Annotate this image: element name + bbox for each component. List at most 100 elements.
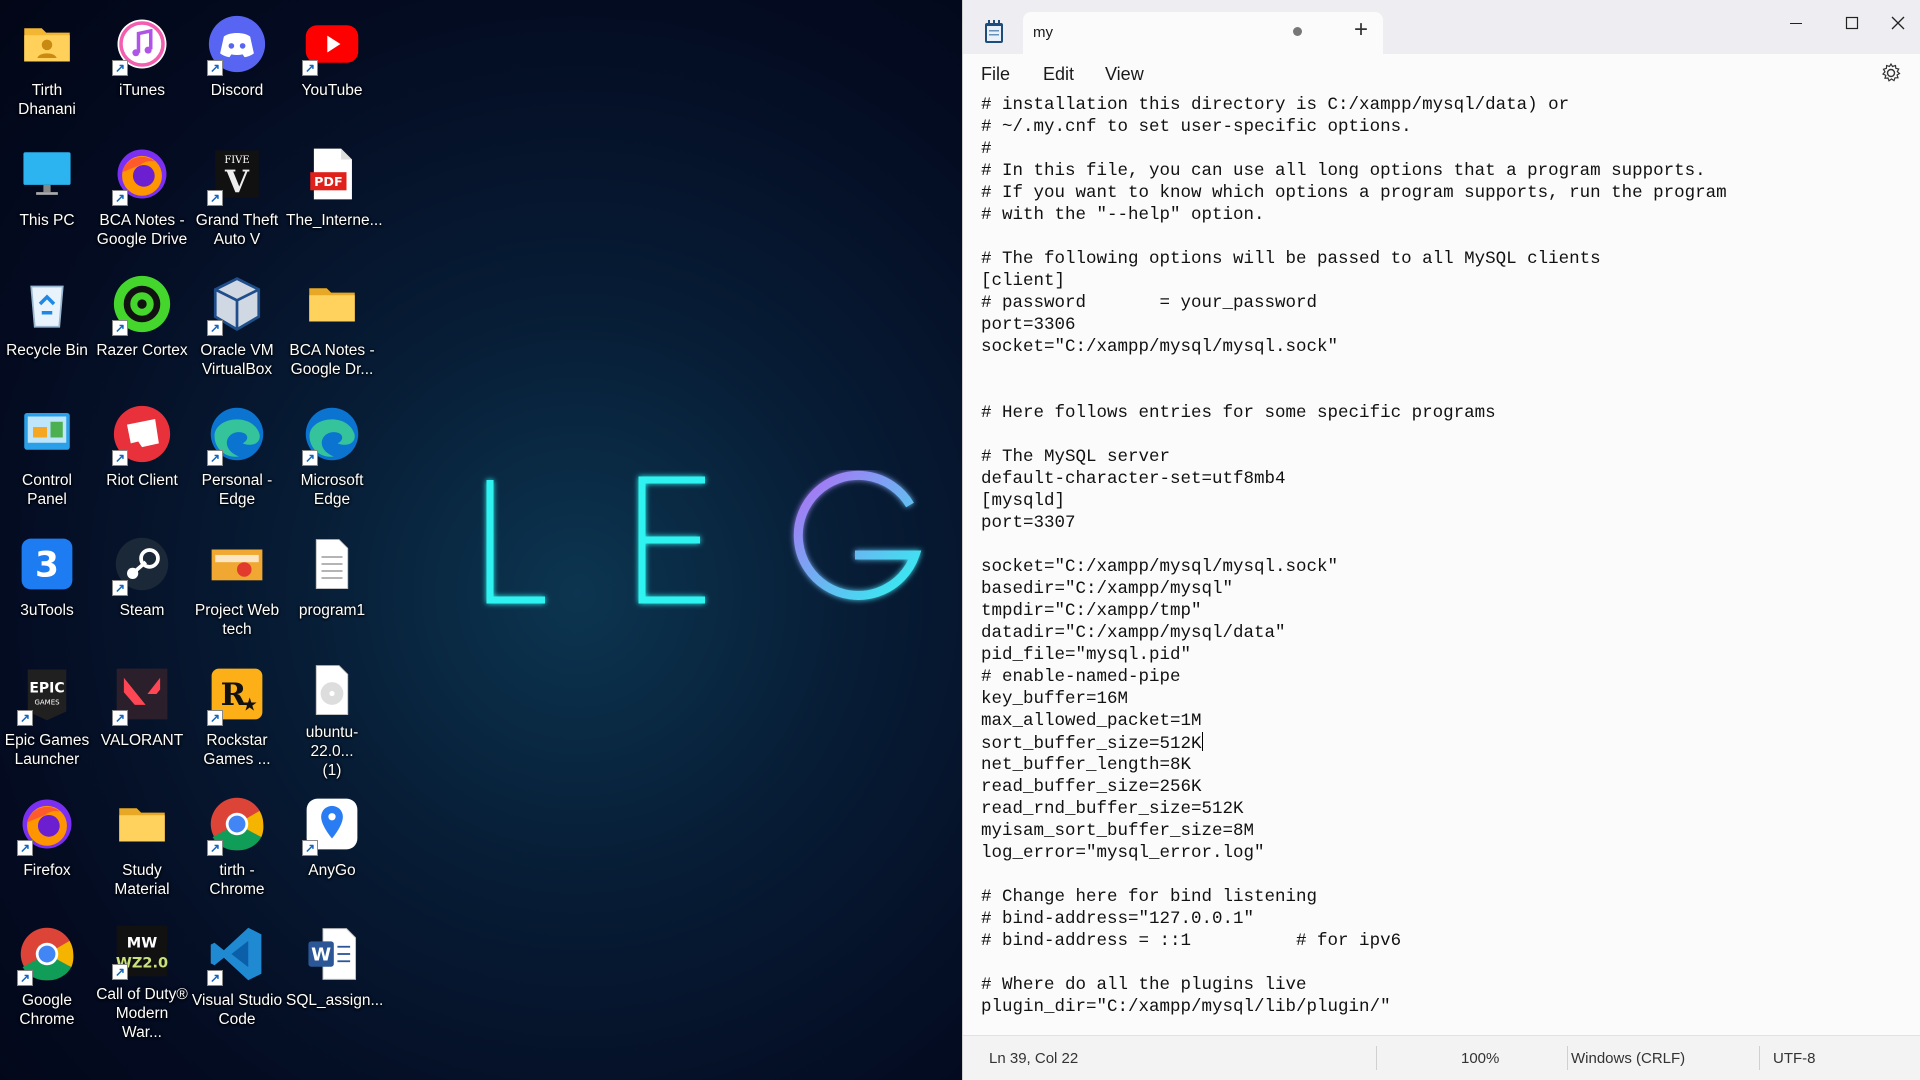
menu-edit[interactable]: Edit (1043, 64, 1074, 85)
razer-icon: ↗ (110, 272, 174, 336)
desktop[interactable]: Tirth Dhanani ↗ iTunes ↗ Discord ↗ YouTube This… (0, 0, 962, 1080)
chrome-icon: ↗ (15, 922, 79, 986)
text-line: # In this file, you can use all long opt… (981, 161, 1706, 181)
text-line: read_buffer_size=256K (981, 777, 1202, 797)
text-line (981, 358, 1901, 380)
text-line: # bind-address = ::1 # for ipv6 (981, 931, 1402, 951)
desktop-icon-label: VALORANT (100, 732, 184, 749)
svg-text:EPIC: EPIC (29, 680, 64, 696)
new-tab-button[interactable]: + (1343, 16, 1379, 48)
shortcut-arrow-icon: ↗ (112, 710, 128, 726)
desktop-icon[interactable]: ↗ Google Chrome (1, 912, 93, 1040)
desktop-icon[interactable]: Project Web tech (191, 522, 283, 650)
svg-text:★: ★ (242, 694, 258, 714)
text-line: pid_file="mysql.pid" (981, 645, 1192, 665)
text-line: # bind-address="127.0.0.1" (981, 909, 1255, 929)
status-separator (1567, 1046, 1568, 1070)
desktop-icon-label: Razer Cortex (96, 342, 188, 359)
desktop-icon[interactable]: This PC (1, 132, 93, 260)
zoom-level[interactable]: 100% (1461, 1050, 1499, 1067)
desktop-icon[interactable]: ↗ Razer Cortex (96, 262, 188, 390)
desktop-icon[interactable]: ↗ Personal - Edge (191, 392, 283, 520)
unsaved-indicator-icon[interactable] (1293, 27, 1302, 36)
text-line (981, 864, 1901, 886)
itunes-icon: ↗ (110, 12, 174, 76)
desktop-icon[interactable]: ↗ YouTube (286, 2, 378, 130)
text-caret (1201, 732, 1203, 751)
minimize-button[interactable] (1773, 6, 1819, 40)
desktop-icon[interactable]: MW WZ2.0 ↗ Call of Duty® Modern War... (96, 912, 188, 1041)
text-line: basedir="C:/xampp/mysql" (981, 579, 1234, 599)
notepad-window[interactable]: my + File Edit View # installation this … (962, 0, 1920, 1080)
desktop-icon[interactable]: ↗ Oracle VM VirtualBox (191, 262, 283, 390)
chrome-icon: ↗ (205, 792, 269, 856)
desktop-icon[interactable]: ↗ Firefox (1, 782, 93, 910)
svg-text:V: V (224, 164, 250, 200)
desktop-icon[interactable]: ↗ iTunes (96, 2, 188, 130)
desktop-icon[interactable]: BCA Notes - Google Dr... (286, 262, 378, 390)
title-bar[interactable]: my + (963, 0, 1920, 54)
desktop-icon[interactable]: W SQL_assign... (286, 912, 383, 1040)
shortcut-arrow-icon: ↗ (112, 190, 128, 206)
desktop-icon-label: Riot Client (106, 472, 178, 489)
text-line: [client] (981, 271, 1066, 291)
maximize-icon (1845, 16, 1859, 30)
desktop-icon[interactable]: ↗ Microsoft Edge (286, 392, 378, 520)
folder-icon (110, 792, 174, 856)
text-line: # ~/.my.cnf to set user-specific options… (981, 117, 1412, 137)
desktop-icon[interactable]: FIVE V ↗ Grand Theft Auto V (191, 132, 283, 260)
text-line: read_rnd_buffer_size=512K (981, 799, 1244, 819)
close-icon (1891, 16, 1905, 30)
desktop-icon[interactable]: ↗ Visual Studio Code (191, 912, 283, 1040)
desktop-icon-label: iTunes (119, 82, 165, 99)
desktop-icon[interactable]: PDF The_Interne... (286, 132, 383, 260)
line-ending[interactable]: Windows (CRLF) (1571, 1050, 1685, 1067)
desktop-icon[interactable]: ↗ BCA Notes - Google Drive (96, 132, 188, 260)
desktop-icon[interactable]: program1 (286, 522, 378, 650)
text-line: # password = your_password (981, 293, 1318, 313)
cod-icon: MW WZ2.0 ↗ (110, 922, 174, 980)
text-line: datadir="C:/xampp/mysql/data" (981, 623, 1286, 643)
desktop-icon[interactable]: ↗ VALORANT (96, 652, 188, 780)
text-editor-area[interactable]: # installation this directory is C:/xamp… (981, 94, 1901, 1036)
tab-my[interactable] (1023, 12, 1383, 54)
svg-text:W: W (311, 944, 331, 965)
svg-text:PDF: PDF (314, 174, 342, 189)
desktop-icon[interactable]: ↗ Discord (191, 2, 283, 130)
shortcut-arrow-icon: ↗ (112, 580, 128, 596)
shortcut-arrow-icon: ↗ (207, 60, 223, 76)
desktop-icon[interactable]: ↗ tirth - Chrome (191, 782, 283, 910)
desktop-icon-label: Project Web tech (194, 602, 280, 638)
encoding[interactable]: UTF-8 (1773, 1050, 1816, 1067)
desktop-icon[interactable]: EPIC GAMES ↗ Epic Games Launcher (1, 652, 93, 780)
desktop-icon[interactable]: ↗ Riot Client (96, 392, 188, 520)
desktop-icon[interactable]: Tirth Dhanani (1, 2, 93, 130)
menu-view[interactable]: View (1105, 64, 1144, 85)
epic-icon: EPIC GAMES ↗ (15, 662, 79, 726)
text-line (981, 534, 1901, 556)
desktop-icon-label: Microsoft Edge (300, 472, 364, 508)
text-line: # If you want to know which options a pr… (981, 183, 1727, 203)
desktop-icon[interactable]: ubuntu-22.0... (1) (286, 652, 378, 780)
desktop-icon[interactable]: ↗ AnyGo (286, 782, 378, 910)
control-panel-icon (15, 402, 79, 466)
desktop-icon[interactable]: 3 3uTools (1, 522, 93, 650)
desktop-icon[interactable]: ↗ Steam (96, 522, 188, 650)
shortcut-arrow-icon: ↗ (207, 710, 223, 726)
steam-icon: ↗ (110, 532, 174, 596)
shortcut-arrow-icon: ↗ (302, 60, 318, 76)
text-line: sort_buffer_size=512K (981, 732, 1203, 754)
desktop-icon[interactable]: Recycle Bin (1, 262, 93, 390)
desktop-icon-label: Rockstar Games ... (203, 732, 271, 768)
maximize-button[interactable] (1829, 6, 1875, 40)
settings-gear-icon[interactable] (1880, 62, 1902, 84)
close-button[interactable] (1875, 6, 1920, 40)
desktop-icon-label: YouTube (301, 82, 363, 99)
desktop-icon[interactable]: R ★ ↗ Rockstar Games ... (191, 652, 283, 780)
desktop-icon[interactable]: Control Panel (1, 392, 93, 520)
desktop-icon[interactable]: Study Material (96, 782, 188, 910)
svg-text:GAMES: GAMES (34, 699, 60, 707)
menu-file[interactable]: File (981, 64, 1010, 85)
text-line: port=3307 (981, 513, 1076, 533)
text-line: plugin_dir="C:/xampp/mysql/lib/plugin/" (981, 997, 1391, 1017)
